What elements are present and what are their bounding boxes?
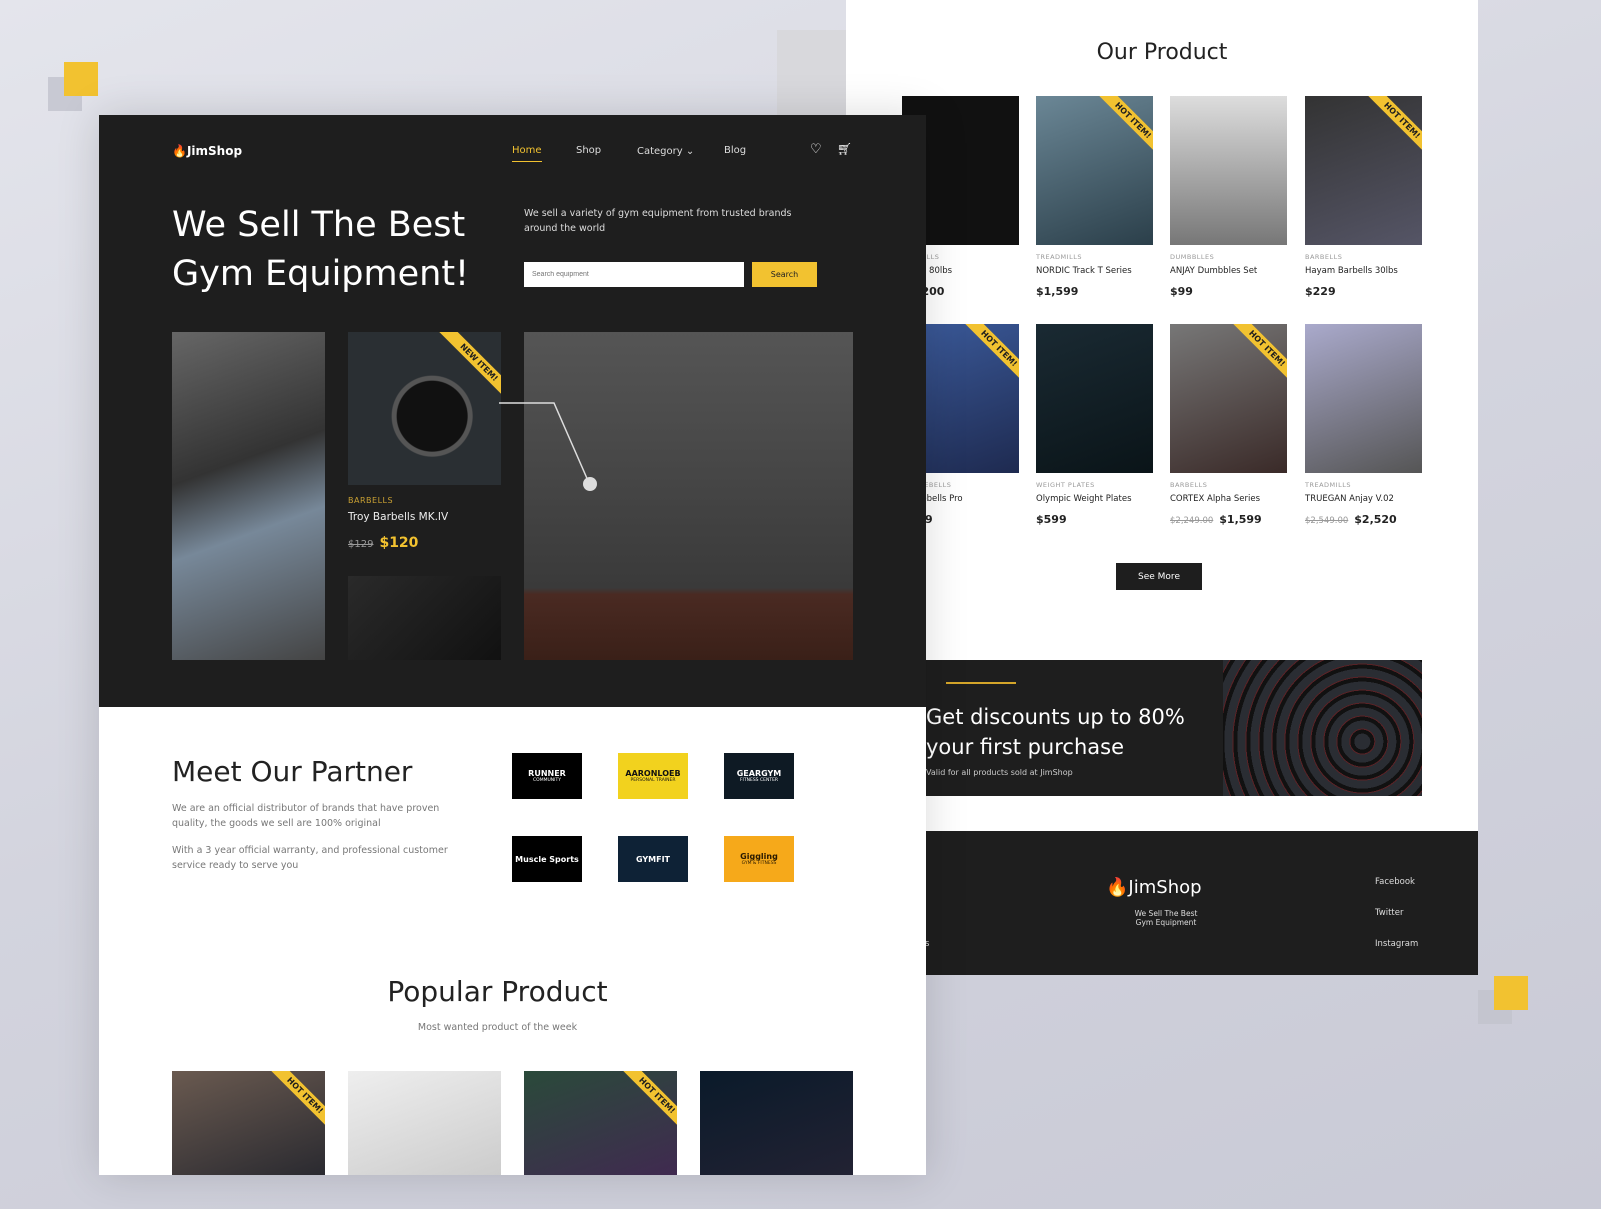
featured-product-info[interactable]: BARBELLS Troy Barbells MK.IV $129 $120 xyxy=(348,496,448,551)
popular-title: Popular Product xyxy=(387,975,608,1008)
hero-image-woman-elliptical xyxy=(172,332,325,660)
footer-tagline: We Sell The Best Gym Equipment xyxy=(1134,909,1198,927)
product-image[interactable]: HOT ITEM! xyxy=(1170,324,1287,473)
search-input[interactable] xyxy=(524,262,744,287)
promo-banner[interactable]: Get discounts up to 80% your first purch… xyxy=(906,660,1422,796)
hero-image-woman-lunge xyxy=(524,332,853,660)
our-product-title: Our Product xyxy=(1096,40,1228,65)
cart-icon[interactable]: 🛒︎ xyxy=(837,142,852,156)
see-more-button[interactable]: See More xyxy=(1116,563,1202,590)
hot-item-ribbon: HOT ITEM! xyxy=(609,1071,677,1143)
partner-logo[interactable]: GEARGYM FITNESS CENTER xyxy=(724,753,794,799)
home-page: 🔥JimShop Home Shop Category ⌄ Blog ♡ 🛒︎ … xyxy=(99,115,926,1175)
social-link-twitter[interactable]: Twitter xyxy=(1375,898,1418,929)
hot-item-ribbon: HOT ITEM! xyxy=(257,1071,325,1143)
product-card-info[interactable]: TREADMILLS NORDIC Track T Series $1,599 xyxy=(1036,253,1161,298)
promo-subtitle: Valid for all products sold at JimShop xyxy=(926,768,1073,777)
nav-blog[interactable]: Blog xyxy=(724,145,746,156)
partner-text-1: We are an official distributor of brands… xyxy=(172,803,440,829)
partner-logo[interactable]: Muscle Sports xyxy=(512,836,582,882)
decor-square xyxy=(777,30,847,120)
nav-home[interactable]: Home xyxy=(512,145,542,162)
hero-title: We Sell The Best Gym Equipment! xyxy=(172,205,470,294)
product-card-info[interactable]: TREADMILLS TRUEGAN Anjay V.02 $2,549.00 $… xyxy=(1305,481,1430,526)
our-product-page: Our Product BARBELLS Xmax 80lbs $1,200 H… xyxy=(831,0,1478,975)
social-link-instagram[interactable]: Instagram xyxy=(1375,929,1418,960)
partner-logo[interactable]: RUNNER COMMUNITY xyxy=(512,753,582,799)
footer-logo[interactable]: 🔥JimShop xyxy=(1106,877,1202,898)
partner-logo[interactable]: GYMFIT xyxy=(618,836,688,882)
logo[interactable]: 🔥JimShop xyxy=(172,144,242,158)
dumbbell-rack-image xyxy=(1223,660,1422,796)
promo-title: Get discounts up to 80% your first purch… xyxy=(926,705,1185,759)
nav-shop[interactable]: Shop xyxy=(576,145,601,156)
popular-product-image[interactable] xyxy=(348,1071,501,1175)
chevron-down-icon: ⌄ xyxy=(685,146,695,157)
product-image[interactable]: HOT ITEM! xyxy=(1305,96,1422,245)
product-card-info[interactable]: WEIGHT PLATES Olympic Weight Plates $599 xyxy=(1036,481,1161,526)
hot-item-ribbon: HOT ITEM! xyxy=(1219,324,1287,396)
arrow-right-icon xyxy=(946,682,1016,684)
decor-square xyxy=(64,62,98,96)
decor-square xyxy=(1494,976,1528,1010)
product-image[interactable] xyxy=(1170,96,1287,245)
hero-section: 🔥JimShop Home Shop Category ⌄ Blog ♡ 🛒︎ … xyxy=(99,115,926,707)
product-image[interactable]: HOT ITEM! xyxy=(1036,96,1153,245)
flame-icon: 🔥 xyxy=(172,144,187,158)
search-button[interactable]: Search xyxy=(752,262,817,287)
flame-icon: 🔥 xyxy=(1106,877,1129,898)
popular-product-image[interactable] xyxy=(700,1071,853,1175)
social-link-facebook[interactable]: Facebook xyxy=(1375,867,1418,898)
footer: ProductWishlistAbout Us 🔥JimShop We Sell… xyxy=(831,831,1478,975)
popular-product-image[interactable]: HOT ITEM! xyxy=(172,1071,325,1175)
product-card-info[interactable]: BARBELLS Hayam Barbells 30lbs $229 xyxy=(1305,253,1430,298)
product-card-info[interactable]: DUMBBLLES ANJAY Dumbbles Set $99 xyxy=(1170,253,1295,298)
new-item-ribbon: NEW ITEM! xyxy=(431,332,501,410)
hot-item-ribbon: HOT ITEM! xyxy=(951,324,1019,396)
connector-line xyxy=(499,402,597,491)
popular-product-image[interactable]: HOT ITEM! xyxy=(524,1071,677,1175)
partner-logo[interactable]: Giggling GYM & FITNESS xyxy=(724,836,794,882)
nav-category[interactable]: Category ⌄ xyxy=(637,146,694,157)
hot-item-ribbon: HOT ITEM! xyxy=(1354,96,1422,168)
barbell-floor-image xyxy=(348,576,501,660)
product-card-info[interactable]: BARBELLS CORTEX Alpha Series $2,249.00 $1… xyxy=(1170,481,1295,526)
featured-product-image[interactable]: NEW ITEM! xyxy=(348,332,501,485)
product-image[interactable] xyxy=(1305,324,1422,473)
product-image[interactable] xyxy=(1036,324,1153,473)
partner-text-2: With a 3 year official warranty, and pro… xyxy=(172,845,448,871)
hero-subtitle: We sell a variety of gym equipment from … xyxy=(524,208,792,234)
popular-subtitle: Most wanted product of the week xyxy=(417,1022,578,1033)
partner-logo[interactable]: AARONLOEB PERSONAL TRAINER xyxy=(618,753,688,799)
heart-icon[interactable]: ♡ xyxy=(810,142,822,157)
partner-title: Meet Our Partner xyxy=(172,755,413,788)
hot-item-ribbon: HOT ITEM! xyxy=(1085,96,1153,168)
